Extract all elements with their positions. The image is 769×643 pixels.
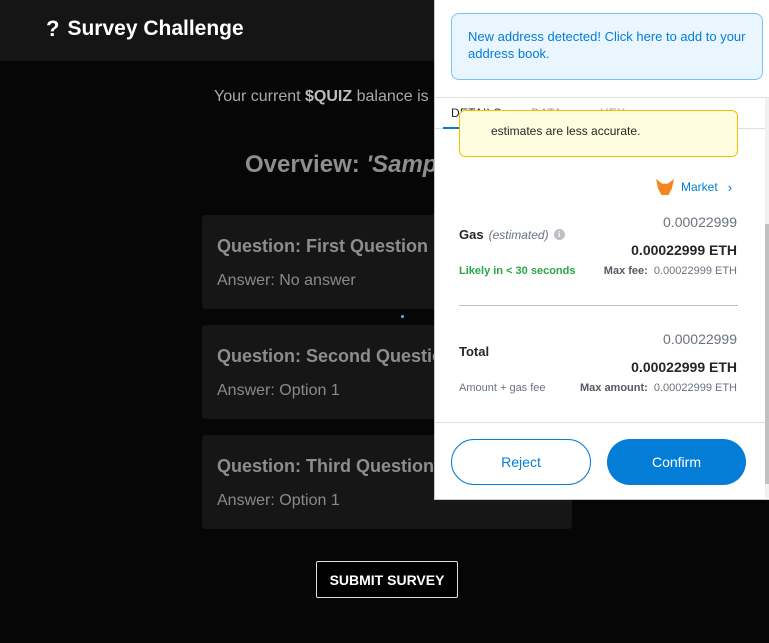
info-icon[interactable]: i: [553, 229, 565, 240]
balance-suffix: balance is: [352, 88, 429, 105]
question-text: Question: Second Question: [217, 346, 455, 366]
overview-heading: Overview: 'Sampl: [245, 151, 444, 179]
max-amount-label: Max amount:: [579, 382, 648, 394]
question-text: Question: First Question: [217, 236, 429, 256]
cursor-dot: [401, 315, 404, 318]
fox-icon: [655, 178, 675, 196]
answer-text: Answer: Option 1: [217, 492, 340, 509]
balance-prefix: Your current: [214, 88, 306, 105]
balance-line: Your current $QUIZ balance is: [214, 88, 429, 106]
total-amount: 0.00022999: [663, 331, 737, 347]
warning-text: estimates are less accurate.: [491, 124, 641, 138]
scrollbar-thumb[interactable]: [765, 224, 769, 484]
question-text: Question: Third Question: [217, 456, 434, 476]
chevron-right-icon: ›: [727, 179, 733, 195]
gas-amount: 0.00022999: [663, 214, 737, 230]
max-fee: Max fee: 0.00022999 ETH: [604, 265, 737, 277]
gas-label-text: Gas: [459, 227, 484, 242]
likely-time-text: Likely in < 30 seconds: [459, 265, 576, 277]
total-label: Total: [459, 344, 490, 359]
app-title-text: Survey Challenge: [67, 17, 244, 40]
market-label: Market: [681, 180, 718, 194]
gas-estimated-text: (estimated): [488, 227, 549, 242]
answer-text: Answer: Option 1: [217, 382, 340, 399]
reject-button[interactable]: Reject: [451, 439, 591, 485]
overview-name: 'Sampl: [366, 151, 445, 178]
answer-text: Answer: No answer: [217, 272, 356, 289]
question-mark-icon: ?: [46, 16, 60, 41]
max-amount: Max amount: 0.00022999 ETH: [580, 382, 737, 394]
max-fee-label: Max fee:: [603, 265, 648, 277]
balance-token: $QUIZ: [305, 88, 353, 105]
submit-survey-button[interactable]: SUBMIT SURVEY: [316, 561, 458, 598]
max-amount-value: 0.00022999 ETH: [653, 382, 737, 394]
footer-divider: [435, 422, 765, 423]
wallet-popup: New address detected! Click here to add …: [434, 0, 769, 500]
app-title: ? Survey Challenge: [46, 16, 244, 42]
new-address-notice[interactable]: New address detected! Click here to add …: [451, 13, 763, 80]
confirm-button[interactable]: Confirm: [607, 439, 746, 485]
max-fee-value: 0.00022999 ETH: [653, 265, 737, 277]
scrollbar[interactable]: [765, 98, 769, 498]
gas-label: Gas (estimated) i: [459, 227, 565, 242]
market-link[interactable]: Market ›: [655, 178, 732, 196]
total-amount-eth: 0.00022999 ETH: [631, 359, 737, 375]
divider: [459, 305, 738, 306]
gas-amount-eth: 0.00022999 ETH: [631, 242, 737, 258]
amount-gas-label: Amount + gas fee: [459, 382, 546, 394]
overview-label: Overview:: [245, 151, 367, 178]
